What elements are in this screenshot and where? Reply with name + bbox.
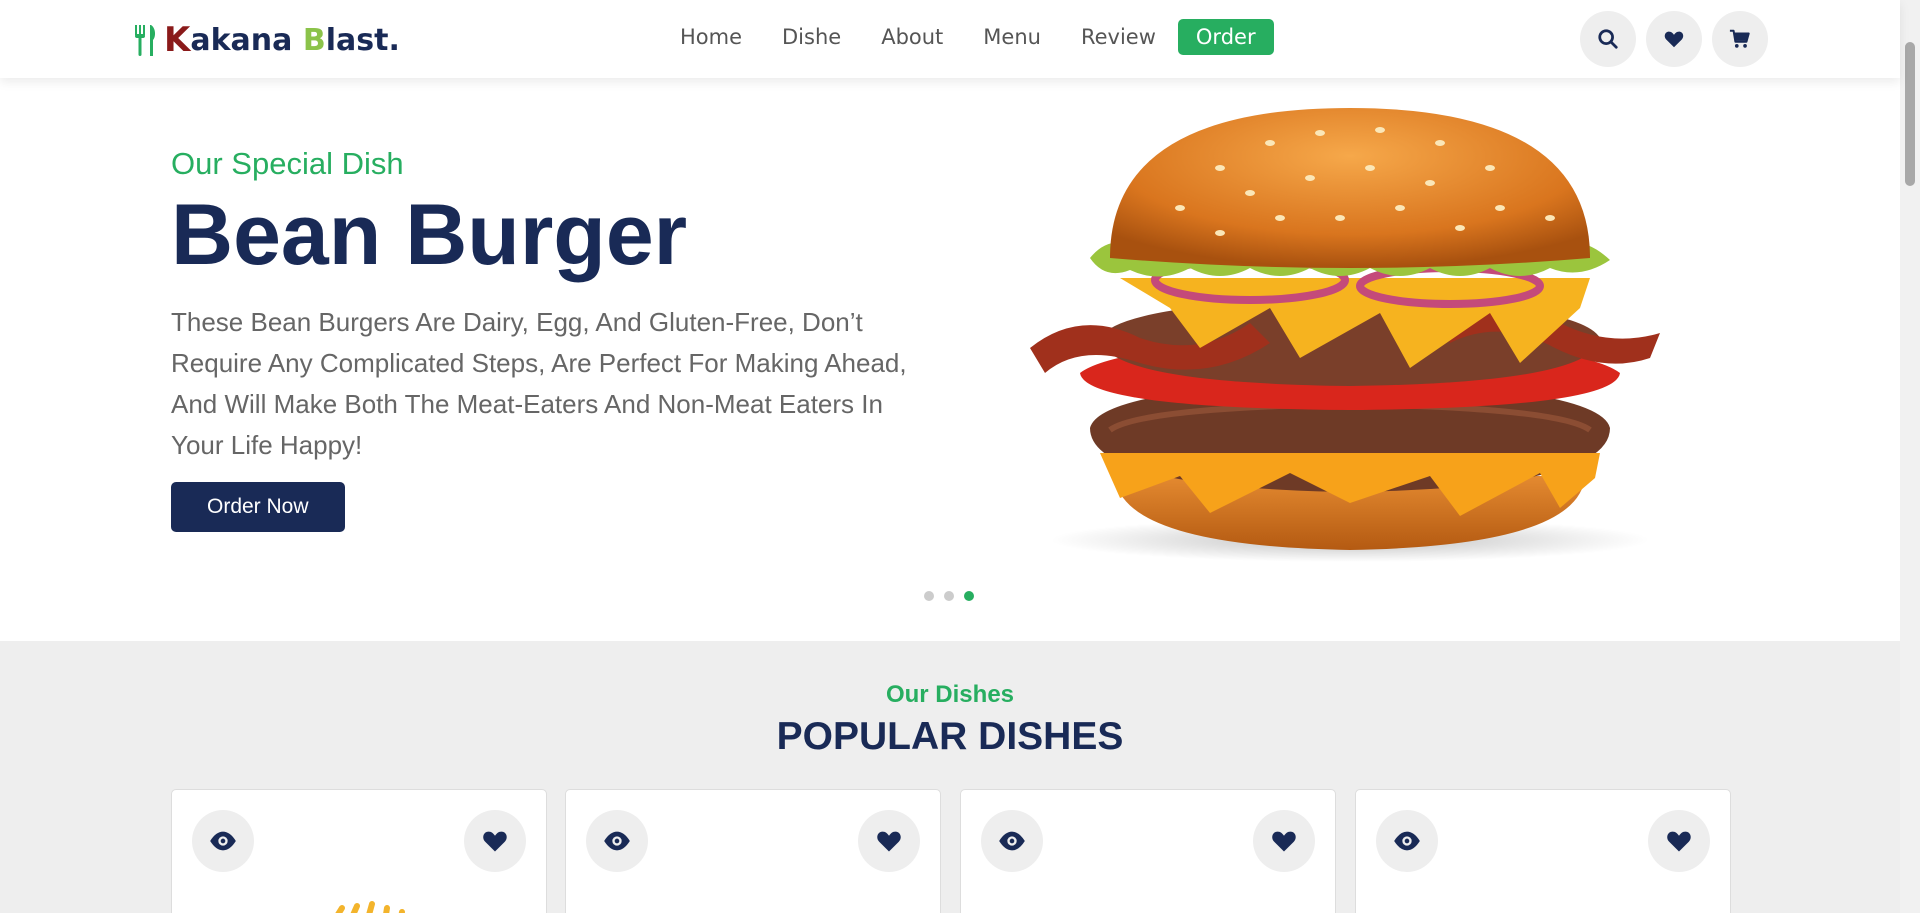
heart-icon xyxy=(483,831,507,852)
salad-image xyxy=(1091,900,1211,913)
scrollbar-thumb[interactable] xyxy=(1905,42,1915,186)
order-now-button[interactable]: Order Now xyxy=(171,482,345,532)
burger-image xyxy=(1030,108,1660,562)
fork-knife-icon xyxy=(135,25,156,56)
wishlist-button[interactable] xyxy=(858,810,920,872)
nav-review[interactable]: Review xyxy=(1081,25,1156,49)
eye-icon xyxy=(210,831,236,851)
dishes-subtitle: Our Dishes xyxy=(885,681,1015,708)
cart-button[interactable] xyxy=(1712,11,1768,67)
nav-about[interactable]: About xyxy=(881,25,943,49)
dishes-section: Our Dishes POPULAR DISHES xyxy=(0,641,1900,913)
slider-dot-2[interactable] xyxy=(944,591,954,601)
hero-slider: Our Special Dish Bean Burger These Bean … xyxy=(0,78,1900,641)
heart-icon xyxy=(1272,831,1296,852)
search-icon xyxy=(1598,29,1618,49)
dishes-title: POPULAR DISHES xyxy=(776,715,1124,758)
slider-dot-3[interactable] xyxy=(964,591,974,601)
quick-view-button[interactable] xyxy=(981,810,1043,872)
dish-card xyxy=(565,789,941,913)
nav-order-button[interactable]: Order xyxy=(1177,19,1274,55)
soup-bowl-image xyxy=(1486,900,1606,913)
cart-icon xyxy=(1729,29,1750,48)
fries-image xyxy=(335,901,405,913)
dish-card xyxy=(171,789,547,913)
logo-letter-b: B xyxy=(302,22,326,58)
dish-card xyxy=(960,789,1336,913)
page-scrollbar[interactable] xyxy=(1900,0,1920,913)
eye-icon xyxy=(999,831,1025,851)
wishlist-button[interactable] xyxy=(1646,11,1702,67)
slider-pagination xyxy=(924,591,984,601)
eye-icon xyxy=(604,831,630,851)
site-logo[interactable]: K akana B last. xyxy=(132,20,400,60)
eye-icon xyxy=(1394,831,1420,851)
logo-text-2: last. xyxy=(325,22,400,58)
wishlist-button[interactable] xyxy=(1648,810,1710,872)
hero-description: These Bean Burgers Are Dairy, Egg, And G… xyxy=(171,307,907,460)
logo-text-1: akana xyxy=(190,22,303,58)
logo-letter-k: K xyxy=(164,20,191,60)
header-icons xyxy=(1580,11,1778,67)
main-nav: Home Dishe About Menu Review Order xyxy=(680,17,1274,57)
nav-home[interactable]: Home xyxy=(680,25,742,49)
hero-title: Bean Burger xyxy=(171,187,688,283)
quick-view-button[interactable] xyxy=(586,810,648,872)
site-header: K akana B last. Home Dishe About Menu Re… xyxy=(0,0,1900,78)
search-button[interactable] xyxy=(1580,11,1636,67)
dish-card xyxy=(1355,789,1731,913)
hero-content: Our Special Dish Bean Burger These Bean … xyxy=(171,146,931,532)
quick-view-button[interactable] xyxy=(1376,810,1438,872)
hero-subtitle: Our Special Dish xyxy=(171,146,404,181)
heart-icon xyxy=(1664,31,1684,48)
wishlist-button[interactable] xyxy=(464,810,526,872)
nav-dishe[interactable]: Dishe xyxy=(782,25,841,49)
nav-menu[interactable]: Menu xyxy=(983,25,1041,49)
heart-icon xyxy=(1667,831,1691,852)
slider-dot-1[interactable] xyxy=(924,591,934,601)
herb-garnish-image xyxy=(696,900,816,913)
heart-icon xyxy=(877,831,901,852)
wishlist-button[interactable] xyxy=(1253,810,1315,872)
quick-view-button[interactable] xyxy=(192,810,254,872)
